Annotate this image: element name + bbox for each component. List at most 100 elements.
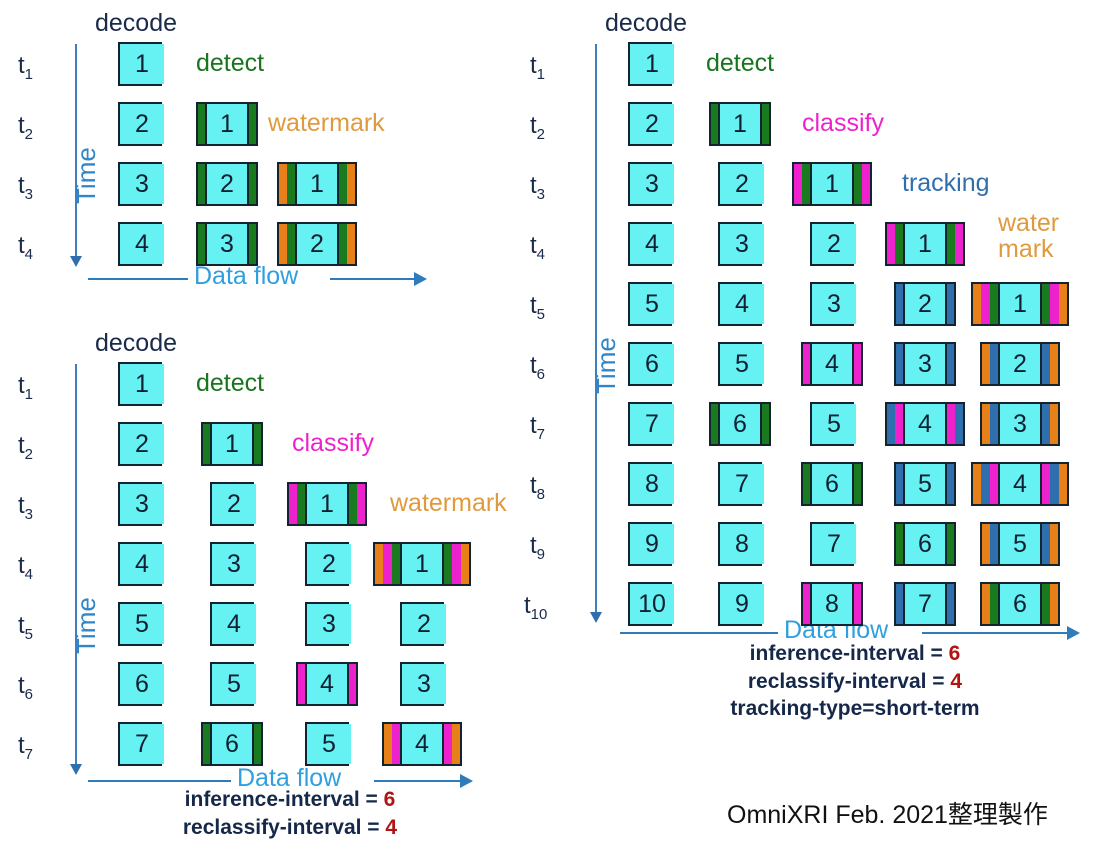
frame-box: 7 [628,402,674,446]
time-axis-arrowhead [70,256,82,267]
stage-bar-tracking [981,464,990,504]
stage-bar-tracking [1050,464,1059,504]
frame-number: 4 [120,224,164,264]
stage-bar-watermark [982,404,990,444]
frame-number: 6 [630,344,674,384]
stage-bar-classify [895,404,903,444]
time-tick: t1 [530,52,546,83]
stage-bar-tracking [955,404,963,444]
stage-bar-detect [443,544,453,584]
stage-bar-detect [895,224,903,264]
stage-bar-tracking [947,584,954,624]
stage-bar-classify [392,724,400,764]
frame-box: 6 [709,402,771,446]
frame-box: 3 [628,162,674,206]
stage-bar-classify [357,484,365,524]
stage-bar-classify [862,164,870,204]
stage-bar-watermark [982,524,990,564]
frame-number: 2 [998,344,1042,384]
frame-box: 7 [718,462,764,506]
stage-bar-tracking [1042,344,1050,384]
frame-box: 2 [718,162,764,206]
frame-box: 4 [382,722,462,766]
stage-bar-tracking [1042,524,1050,564]
stage-bar-detect [802,164,810,204]
stage-bar-detect [1041,284,1051,324]
stage-bar-watermark [375,544,384,584]
note-line: reclassify-interval = 4 [120,814,460,842]
stage-bar-detect [198,164,205,204]
frame-box: 3 [305,602,351,646]
stage-bar-detect [711,404,718,444]
time-tick: t3 [18,172,34,203]
frame-number: 3 [307,604,351,644]
time-tick: t4 [18,552,34,583]
time-axis-label: Time [71,147,101,204]
frame-box: 1 [885,222,965,266]
frame-box: 5 [718,342,764,386]
stage-bar-watermark [460,544,469,584]
stage-bar-watermark [973,464,982,504]
note-line: inference-interval = 6 [630,640,1080,668]
stage-bar-detect [803,464,810,504]
frame-box: 5 [210,662,256,706]
frame-number: 2 [720,164,764,204]
stage-bar-tracking [887,404,895,444]
time-tick: t8 [530,472,546,503]
frame-number: 4 [720,284,764,324]
frame-number: 6 [718,404,762,444]
frame-box: 3 [118,162,164,206]
time-tick: t2 [530,112,546,143]
stage-bar-detect [762,404,769,444]
note-label: reclassify-interval = [747,669,951,693]
frame-box: 6 [980,582,1060,626]
frame-number: 8 [720,524,764,564]
frame-box: 8 [628,462,674,506]
stage-bar-classify [794,164,802,204]
note-value: 6 [948,642,961,665]
frame-number: 2 [212,484,256,524]
frame-number: 2 [903,284,947,324]
time-tick: t9 [530,532,546,563]
stage-bar-watermark [1050,524,1058,564]
frame-box: 7 [118,722,164,766]
stage-bar-detect [896,524,903,564]
stage-caption-decode: decode [95,9,178,37]
frame-number: 2 [812,224,856,264]
stage-bar-watermark [982,344,990,384]
stage-bar-classify [1041,464,1051,504]
frame-number: 3 [205,224,249,264]
frame-box: 4 [801,342,863,386]
frame-box: 1 [118,42,164,86]
frame-number: 2 [402,604,446,644]
data-flow-line-left [88,278,188,280]
data-flow-line-right [330,278,414,280]
frame-number: 5 [307,724,351,764]
frame-number: 5 [720,344,764,384]
frame-box: 4 [118,222,164,266]
frame-box: 4 [718,282,764,326]
stage-bar-watermark [347,164,355,204]
stage-bar-detect [203,724,210,764]
stage-bar-classify [981,284,990,324]
frame-number: 7 [720,464,764,504]
stage-bar-classify [1050,284,1059,324]
frame-box: 2 [628,102,674,146]
time-axis-label: Time [71,597,101,654]
stage-bar-watermark [982,584,990,624]
panel-note: inference-interval = 6 reclassify-interv… [630,640,1080,723]
frame-number: 10 [630,584,674,624]
stage-bar-detect [339,164,347,204]
frame-number: 3 [120,164,164,204]
frame-number: 1 [210,424,254,464]
frame-box: 3 [400,662,446,706]
stage-bar-detect [203,424,210,464]
frame-number: 4 [630,224,674,264]
frame-number: 6 [903,524,947,564]
data-flow-line-left [620,632,778,634]
frame-box: 3 [894,342,956,386]
time-axis-arrowhead [590,612,602,623]
stage-bar-detect [947,524,954,564]
stage-bar-detect [854,164,862,204]
frame-box: 3 [118,482,164,526]
